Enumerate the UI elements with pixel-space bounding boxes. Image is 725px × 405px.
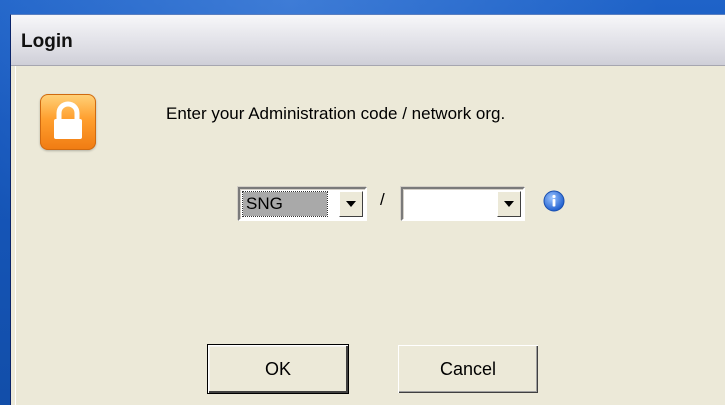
chevron-down-icon[interactable]: [497, 191, 521, 217]
ok-button[interactable]: OK: [207, 344, 349, 394]
title-bar[interactable]: Login: [11, 15, 725, 66]
network-org-value: [406, 192, 412, 216]
admin-code-select[interactable]: SNG: [238, 187, 367, 221]
chevron-down-icon[interactable]: [339, 191, 363, 217]
network-org-select[interactable]: [401, 187, 525, 221]
dialog-body: Enter your Administration code / network…: [15, 66, 725, 405]
admin-code-value: SNG: [242, 191, 328, 217]
separator-slash: /: [380, 190, 385, 209]
lock-icon: [40, 94, 96, 150]
login-prompt: Enter your Administration code / network…: [166, 104, 506, 123]
cancel-button[interactable]: Cancel: [398, 345, 538, 393]
login-dialog: Login Enter your Administration code / n…: [10, 14, 725, 405]
info-icon[interactable]: [543, 190, 565, 212]
window-title: Login: [21, 31, 73, 52]
